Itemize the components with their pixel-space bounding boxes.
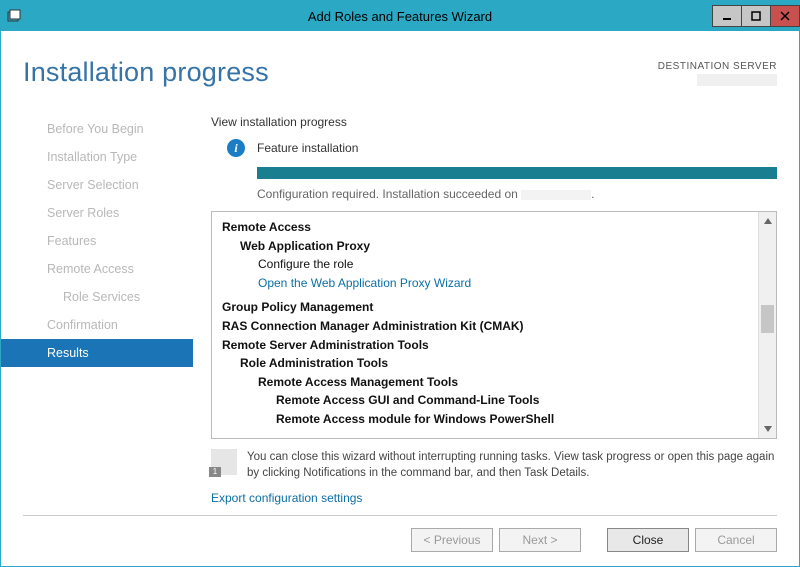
info-icon: i (227, 139, 245, 157)
tree-group-policy-management: Group Policy Management (222, 298, 748, 317)
results-tree: Remote Access Web Application Proxy Conf… (211, 211, 777, 439)
info-note: 1 You can close this wizard without inte… (211, 449, 777, 481)
scroll-thumb[interactable] (761, 305, 774, 333)
open-wap-wizard-link[interactable]: Open the Web Application Proxy Wizard (222, 274, 748, 293)
tree-web-application-proxy: Web Application Proxy (222, 237, 748, 256)
scroll-up-button[interactable] (759, 212, 776, 230)
server-name-redacted (521, 190, 591, 200)
window-controls (712, 6, 799, 27)
maximize-button[interactable] (741, 5, 771, 27)
next-button: Next > (499, 528, 581, 552)
sidebar-item-results[interactable]: Results (1, 339, 193, 367)
results-tree-content: Remote Access Web Application Proxy Conf… (212, 212, 758, 438)
note-flag-icon: 1 (211, 449, 237, 475)
sidebar-item-confirmation: Confirmation (23, 311, 193, 339)
tree-role-admin-tools: Role Administration Tools (222, 354, 748, 373)
status-message: Configuration required. Installation suc… (257, 187, 777, 201)
progress-bar-fill (257, 167, 777, 179)
page-header: Installation progress DESTINATION SERVER (23, 31, 777, 115)
progress-bar (257, 167, 777, 179)
close-button[interactable]: Close (607, 528, 689, 552)
wizard-footer: < Previous Next > Close Cancel (23, 515, 777, 552)
window-title: Add Roles and Features Wizard (1, 9, 799, 24)
tree-remote-access: Remote Access (222, 218, 748, 237)
tree-cmak: RAS Connection Manager Administration Ki… (222, 317, 748, 336)
export-config-link[interactable]: Export configuration settings (211, 491, 777, 505)
view-progress-label: View installation progress (211, 115, 777, 129)
destination-server: DESTINATION SERVER (658, 57, 777, 86)
status-row: i Feature installation (211, 139, 777, 157)
note-text: You can close this wizard without interr… (247, 449, 777, 481)
wizard-sidebar: Before You Begin Installation Type Serve… (23, 115, 193, 505)
previous-button: < Previous (411, 528, 493, 552)
wizard-window: Add Roles and Features Wizard Installati… (0, 0, 800, 567)
status-message-pre: Configuration required. Installation suc… (257, 187, 521, 201)
minimize-button[interactable] (712, 5, 742, 27)
sidebar-item-role-services: Role Services (23, 283, 193, 311)
scroll-track[interactable] (759, 230, 776, 420)
sidebar-item-server-roles: Server Roles (23, 199, 193, 227)
scrollbar[interactable] (758, 212, 776, 438)
sidebar-item-features: Features (23, 227, 193, 255)
main-row: Before You Begin Installation Type Serve… (23, 115, 777, 505)
status-message-post: . (591, 187, 594, 201)
status-title: Feature installation (257, 141, 358, 155)
close-window-button[interactable] (770, 5, 800, 27)
sidebar-item-installation-type: Installation Type (23, 143, 193, 171)
tree-configure-role: Configure the role (222, 255, 748, 274)
title-bar: Add Roles and Features Wizard (1, 1, 799, 31)
app-icon (1, 9, 27, 23)
tree-remote-access-mgmt-tools: Remote Access Management Tools (222, 373, 748, 392)
tree-rsat: Remote Server Administration Tools (222, 336, 748, 355)
scroll-down-button[interactable] (759, 420, 776, 438)
wizard-body: Installation progress DESTINATION SERVER… (1, 31, 799, 566)
cancel-button: Cancel (695, 528, 777, 552)
content-area: View installation progress i Feature ins… (193, 115, 777, 505)
destination-label: DESTINATION SERVER (658, 61, 777, 72)
sidebar-item-before-you-begin: Before You Begin (23, 115, 193, 143)
destination-server-name (697, 74, 777, 86)
tree-remote-access-powershell: Remote Access module for Windows PowerSh… (222, 410, 748, 429)
sidebar-item-remote-access: Remote Access (23, 255, 193, 283)
page-title: Installation progress (23, 57, 658, 88)
sidebar-item-server-selection: Server Selection (23, 171, 193, 199)
tree-remote-access-gui: Remote Access GUI and Command-Line Tools (222, 391, 748, 410)
